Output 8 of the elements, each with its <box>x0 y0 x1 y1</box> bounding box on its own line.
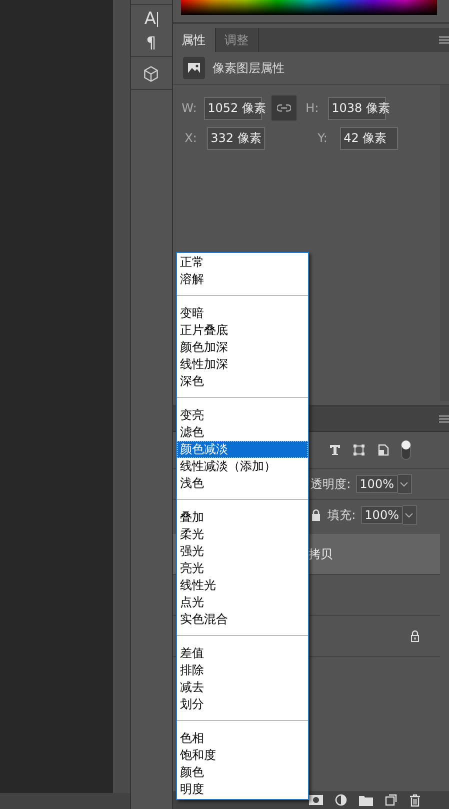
field-label: Y: <box>318 131 328 145</box>
layer-name: 拷贝 <box>308 546 333 562</box>
panel-heading: 像素图层属性 <box>212 60 285 76</box>
opacity-label: 透明度: <box>310 476 351 492</box>
field-label: H: <box>306 101 320 115</box>
field-label: X: <box>184 131 198 145</box>
field-label: W: <box>182 101 198 115</box>
fill-label: 填充: <box>328 506 356 524</box>
